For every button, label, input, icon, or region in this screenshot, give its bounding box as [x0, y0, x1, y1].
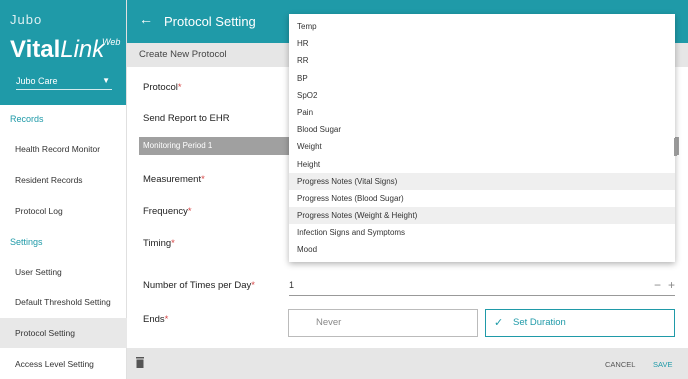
option-blood-sugar[interactable]: Blood Sugar [289, 121, 675, 138]
footer-bar: CANCEL SAVE [127, 348, 688, 379]
org-name: Jubo Care [16, 76, 58, 86]
cancel-button[interactable]: CANCEL [605, 360, 635, 369]
label-frequency: Frequency* [143, 206, 192, 217]
ends-set-duration-button[interactable]: ✓ Set Duration [485, 309, 675, 337]
label-protocol-text: Protocol [143, 82, 178, 93]
label-measurement-text: Measurement [143, 174, 202, 185]
times-per-day-stepper[interactable]: 1 − + [289, 278, 675, 296]
brand-area: Jubo VitalLink Web Jubo Care ▼ [0, 0, 126, 105]
arrow-left-icon[interactable]: ← [139, 11, 153, 27]
sidebar: Jubo VitalLink Web Jubo Care ▼ Records H… [0, 0, 127, 379]
required-mark: * [187, 206, 192, 217]
ends-duration-label: Set Duration [513, 317, 566, 328]
ends-never-button[interactable]: Never [288, 309, 478, 337]
label-times-per-day: Number of Times per Day* [143, 280, 255, 291]
label-frequency-text: Frequency [143, 206, 188, 217]
create-protocol-title: Create New Protocol [139, 49, 227, 60]
label-timing-text: Timing [143, 238, 172, 249]
section-settings: Settings [10, 237, 43, 247]
option-rr[interactable]: RR [289, 52, 675, 69]
sidebar-item-user-setting[interactable]: User Setting [0, 257, 127, 287]
option-temp[interactable]: Temp [289, 18, 675, 35]
org-selector[interactable]: Jubo Care ▼ [16, 74, 112, 90]
check-icon: ✓ [494, 317, 504, 329]
required-mark: * [177, 82, 182, 93]
jubo-logo: Jubo [10, 12, 43, 27]
option-pain[interactable]: Pain [289, 104, 675, 121]
option-mood[interactable]: Mood [289, 241, 675, 258]
option-bp[interactable]: BP [289, 70, 675, 87]
sidebar-item-protocol-log[interactable]: Protocol Log [0, 196, 127, 226]
sidebar-item-resident-records[interactable]: Resident Records [0, 165, 127, 195]
required-mark: * [164, 314, 169, 325]
option-progress-weight-height[interactable]: Progress Notes (Weight & Height) [289, 207, 675, 225]
sidebar-item-protocol-setting[interactable]: Protocol Setting [0, 318, 127, 348]
logo-web: Web [102, 37, 121, 47]
label-protocol: Protocol* [143, 82, 182, 93]
option-weight[interactable]: Weight [289, 138, 675, 155]
sidebar-item-health-record-monitor[interactable]: Health Record Monitor [0, 134, 127, 164]
label-ends: Ends* [143, 314, 168, 325]
option-progress-blood-sugar[interactable]: Progress Notes (Blood Sugar) [289, 190, 675, 207]
times-value: 1 [289, 280, 295, 290]
chevron-down-icon: ▼ [102, 76, 110, 85]
required-mark: * [201, 174, 205, 185]
app-logo: VitalLink [10, 36, 104, 64]
label-send-report: Send Report to EHR [143, 113, 230, 124]
option-progress-vital[interactable]: Progress Notes (Vital Signs) [289, 172, 675, 190]
section-records: Records [10, 114, 44, 124]
plus-icon[interactable]: + [668, 278, 675, 292]
scrollbar[interactable] [674, 138, 677, 156]
logo-link: Link [60, 36, 105, 63]
label-measurement: Measurement* [143, 174, 205, 185]
protocol-dropdown-menu: Temp HR RR BP SpO2 Pain Blood Sugar Weig… [289, 14, 675, 262]
option-infection[interactable]: Infection Signs and Symptoms [289, 224, 675, 241]
sidebar-item-default-threshold[interactable]: Default Threshold Setting [0, 287, 127, 317]
minus-icon[interactable]: − [654, 278, 661, 292]
option-hr[interactable]: HR [289, 35, 675, 52]
trash-icon[interactable] [135, 357, 145, 368]
required-mark: * [251, 280, 255, 291]
logo-vital: Vital [10, 36, 61, 63]
required-mark: * [171, 238, 175, 249]
label-timing: Timing* [143, 238, 175, 249]
label-times-text: Number of Times per Day [143, 280, 252, 291]
label-ends-text: Ends [143, 314, 165, 325]
option-height[interactable]: Height [289, 156, 675, 173]
ends-never-label: Never [316, 317, 342, 328]
page-title: Protocol Setting [164, 14, 256, 29]
sidebar-item-access-level[interactable]: Access Level Setting [0, 349, 127, 379]
option-spo2[interactable]: SpO2 [289, 87, 675, 104]
save-button[interactable]: SAVE [653, 360, 672, 369]
